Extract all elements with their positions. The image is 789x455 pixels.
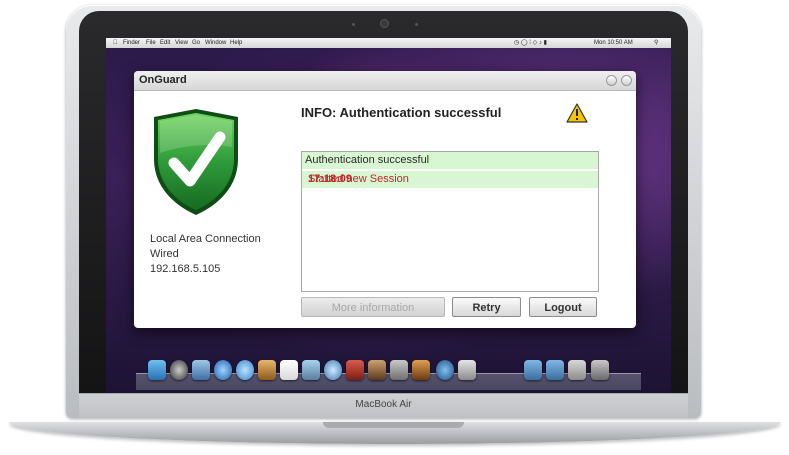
photo-booth-dock-icon[interactable]	[346, 360, 364, 380]
documents-stack-icon[interactable]	[546, 360, 564, 380]
window-title: OnGuard	[139, 74, 187, 86]
safari-dock-icon[interactable]	[214, 360, 232, 380]
ichat-dock-icon[interactable]	[236, 360, 254, 380]
connection-ip: 192.168.5.105	[150, 263, 221, 275]
laptop-brand: MacBook Air	[355, 399, 412, 410]
menu-item-edit[interactable]: Edit	[160, 38, 170, 48]
system-preferences-dock-icon[interactable]	[458, 360, 476, 380]
log-message: Started new Session	[308, 173, 409, 185]
log-entry: Authentication successful	[302, 152, 598, 169]
preview-dock-icon[interactable]	[302, 360, 320, 380]
minimize-button[interactable]	[606, 75, 617, 86]
apple-menu-icon[interactable]: 	[113, 38, 118, 48]
retry-button[interactable]: Retry	[452, 297, 521, 317]
window-titlebar[interactable]: OnGuard	[134, 71, 636, 91]
connection-type: Wired	[150, 248, 179, 260]
imovie-dock-icon[interactable]	[390, 360, 408, 380]
ambient-sensor	[352, 23, 355, 26]
trash-icon[interactable]	[591, 360, 609, 380]
applications-stack-icon[interactable]	[524, 360, 542, 380]
menu-item-go[interactable]: Go	[192, 38, 200, 48]
garageband-dock-icon[interactable]	[412, 360, 430, 380]
laptop-notch	[323, 422, 464, 428]
iphoto-dock-icon[interactable]	[368, 360, 386, 380]
status-icons[interactable]: ◷ ◯ ⁞ ◇ ♪ ▮	[514, 38, 547, 48]
menu-item-file[interactable]: File	[146, 38, 156, 48]
dock	[136, 373, 641, 390]
itunes-dock-icon[interactable]	[324, 360, 342, 380]
shield-check-icon	[154, 109, 238, 215]
mail-dock-icon[interactable]	[192, 360, 210, 380]
address-book-dock-icon[interactable]	[258, 360, 276, 380]
log-message: Authentication successful	[305, 154, 430, 166]
menubar-clock[interactable]: Mon 10:50 AM	[594, 38, 633, 48]
finder-dock-icon[interactable]	[148, 360, 166, 380]
menu-item-window[interactable]: Window	[205, 38, 226, 48]
menu-item-help[interactable]: Help	[230, 38, 242, 48]
camera-icon	[381, 20, 388, 27]
logout-button[interactable]: Logout	[529, 297, 597, 317]
downloads-stack-icon[interactable]	[568, 360, 586, 380]
close-button[interactable]	[621, 75, 632, 86]
dashboard-dock-icon[interactable]	[170, 360, 188, 380]
warning-icon	[566, 103, 588, 123]
more-information-button[interactable]: More information	[301, 297, 445, 317]
log-entry: 17:18:09 Started new Session	[302, 171, 598, 188]
onguard-window: OnGuard Local Area Connection Wired 192.…	[134, 71, 636, 328]
ical-dock-icon[interactable]	[280, 360, 298, 380]
time-machine-dock-icon[interactable]	[436, 360, 454, 380]
laptop-chin: MacBook Air	[79, 393, 688, 418]
menu-item-view[interactable]: View	[175, 38, 188, 48]
menu-bar:  Finder File Edit View Go Window Help ◷…	[106, 38, 671, 48]
spotlight-icon[interactable]: ⚲	[654, 38, 658, 48]
connection-name: Local Area Connection	[150, 233, 261, 245]
menu-item-finder[interactable]: Finder	[123, 38, 140, 48]
session-log[interactable]: Authentication successful 17:18:09 Start…	[301, 151, 599, 292]
ambient-sensor	[415, 23, 418, 26]
status-title: INFO: Authentication successful	[301, 105, 502, 120]
